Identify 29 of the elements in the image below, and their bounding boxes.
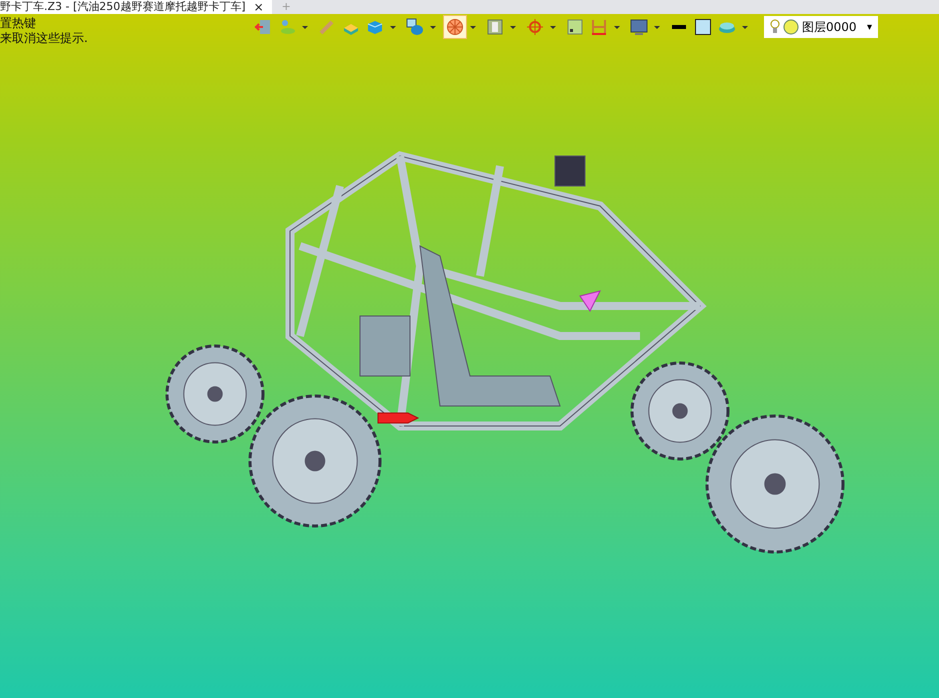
hint-text: 来取消这些提示. (0, 31, 89, 46)
pen-icon (318, 18, 336, 36)
exit-icon (254, 18, 272, 36)
dropdown-arrow-icon[interactable] (654, 26, 660, 28)
square-icon (566, 18, 584, 36)
monitor-cube-icon (406, 18, 424, 36)
close-tab-button[interactable]: × (254, 0, 264, 14)
hint-text: 置热键 (0, 16, 37, 31)
target-icon (526, 18, 544, 36)
document-tab[interactable]: 野卡丁车.Z3 - [汽油250越野赛道摩托越野卡丁车] × (0, 0, 272, 14)
dropdown-arrow-icon[interactable] (302, 26, 308, 28)
wheel-icon (446, 18, 464, 36)
square-icon (694, 18, 712, 36)
lightbulb-icon (770, 19, 780, 35)
dropdown-arrow-icon[interactable] (390, 26, 396, 28)
toolbar-button[interactable] (404, 16, 426, 38)
dropdown-arrow-icon[interactable] (742, 26, 748, 28)
screen-icon (630, 18, 648, 36)
cube-icon (366, 18, 384, 36)
toolbar-button[interactable] (692, 16, 714, 38)
dropdown-arrow-icon[interactable] (614, 26, 620, 28)
circle-icon (783, 19, 799, 35)
dropdown-arrow-icon[interactable] (430, 26, 436, 28)
dropdown-arrow-icon[interactable] (470, 26, 476, 28)
layer-dropdown[interactable]: 图层0000 ▾ (764, 16, 878, 38)
dropdown-arrow-icon[interactable] (510, 26, 516, 28)
bracket-icon (590, 18, 608, 36)
dropdown-arrow-icon[interactable] (550, 26, 556, 28)
panel-icon (486, 18, 504, 36)
